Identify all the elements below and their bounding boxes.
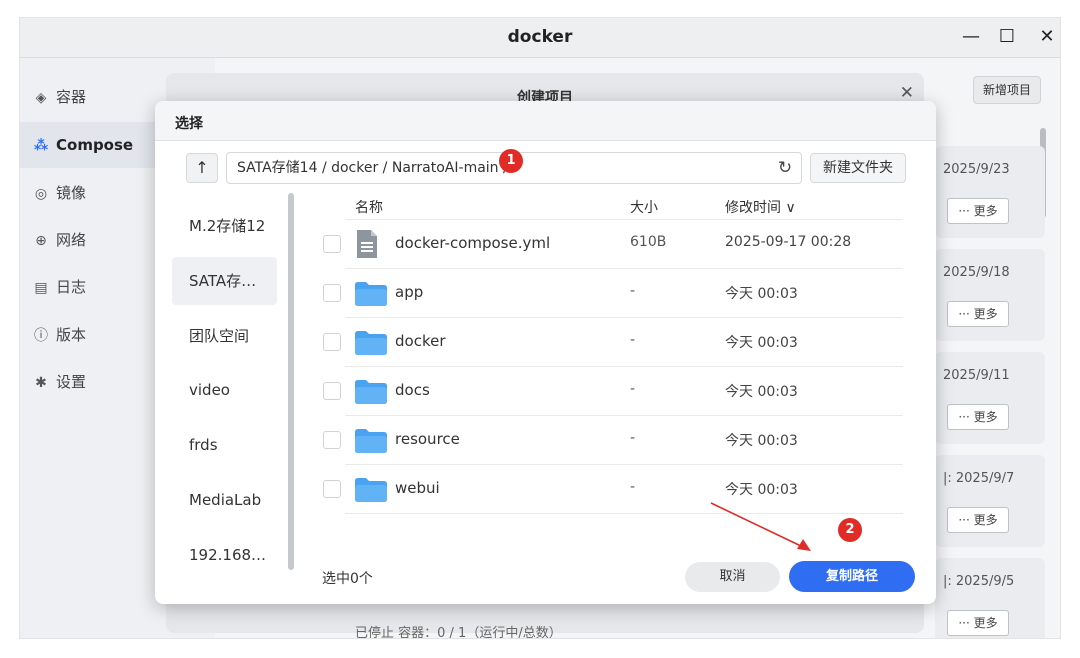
title-bar: docker — ☐ ✕ — [20, 18, 1060, 58]
copy-path-button[interactable]: 复制路径 — [789, 561, 915, 592]
project-card: 2025/9/23 ··· 更多 — [935, 146, 1045, 238]
sidebar-item-label: Compose — [56, 136, 134, 154]
project-date: |: 2025/9/7 — [943, 471, 1015, 486]
project-date: |: 2025/9/5 — [943, 574, 1015, 589]
more-button[interactable]: ··· 更多 — [947, 404, 1009, 430]
add-project-button[interactable]: 新增项目 — [973, 76, 1041, 104]
project-card: 2025/9/18 ··· 更多 — [935, 249, 1045, 341]
maximize-button[interactable]: ☐ — [994, 24, 1020, 50]
sidebar-item-label: 版本 — [56, 326, 87, 344]
more-button[interactable]: ··· 更多 — [947, 610, 1009, 636]
compose-icon: ⁂ — [33, 138, 49, 154]
more-button[interactable]: ··· 更多 — [947, 198, 1009, 224]
selected-count: 选中0个 — [322, 571, 373, 587]
sidebar-item-label: 日志 — [56, 278, 87, 296]
project-date: 2025/9/18 — [943, 265, 1010, 280]
minimize-button[interactable]: — — [958, 24, 984, 50]
more-button[interactable]: ··· 更多 — [947, 301, 1009, 327]
sidebar-item-label: 设置 — [56, 373, 87, 391]
more-button[interactable]: ··· 更多 — [947, 507, 1009, 533]
window-title: docker — [507, 27, 573, 47]
cancel-button[interactable]: 取消 — [685, 562, 780, 592]
project-date: 2025/9/11 — [943, 368, 1010, 383]
select-folder-dialog: 选择 ↑ SATA存储14 / docker / NarratoAI-main … — [155, 101, 936, 604]
globe-icon: ⊕ — [35, 233, 47, 249]
gear-icon: ✱ — [35, 375, 47, 391]
close-window-button[interactable]: ✕ — [1034, 24, 1060, 50]
sidebar-item-label: 镜像 — [56, 184, 87, 202]
info-icon: ⓘ — [34, 328, 48, 344]
project-card: |: 2025/9/7 ··· 更多 — [935, 455, 1045, 547]
project-card: 2025/9/11 ··· 更多 — [935, 352, 1045, 444]
log-icon: ▤ — [34, 280, 48, 296]
project-date: 2025/9/23 — [943, 162, 1010, 177]
sidebar-item-label: 网络 — [56, 231, 87, 249]
project-status-text: 已停止 容器：0 / 1（运行中/总数） — [355, 626, 562, 638]
project-card: |: 2025/9/5 ··· 更多 — [935, 558, 1045, 638]
sidebar-item-label: 容器 — [56, 88, 87, 106]
image-icon: ◎ — [34, 186, 48, 202]
close-icon[interactable]: ✕ — [900, 83, 914, 103]
annotation-arrow — [710, 502, 811, 551]
layers-icon: ◈ — [35, 90, 47, 106]
annotation-badge-2: 2 — [838, 518, 862, 542]
